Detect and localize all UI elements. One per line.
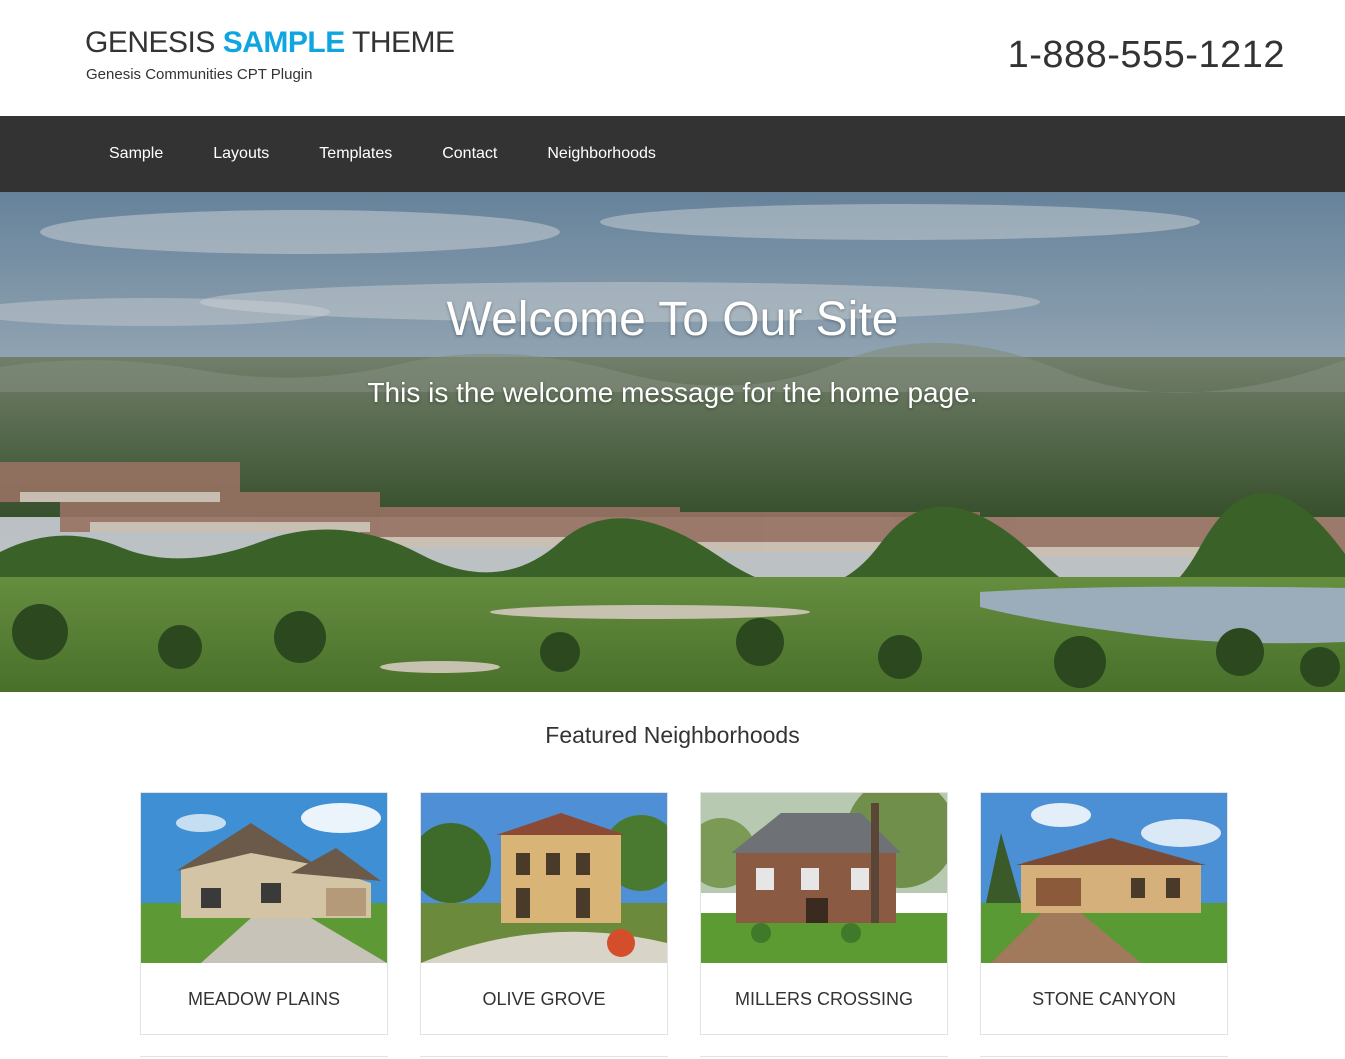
neighborhood-name[interactable]: STONE CANYON <box>981 963 1227 1035</box>
site-title-accent: SAMPLE <box>222 26 346 59</box>
hero-title: Welcome To Our Site <box>446 293 899 346</box>
neighborhood-name[interactable]: MILLERS CROSSING <box>701 963 947 1035</box>
neighborhood-image-stone-canyon[interactable] <box>981 793 1227 963</box>
hero-section: Welcome To Our Site This is the welcome … <box>0 192 1345 692</box>
neighborhood-card-meadow-plains[interactable]: MEADOW PLAINS <box>140 792 388 1035</box>
neighborhood-card-olive-grove[interactable]: OLIVE GROVE <box>420 792 668 1035</box>
neighborhood-name[interactable]: MEADOW PLAINS <box>141 963 387 1035</box>
neighborhood-card-millers-crossing[interactable]: MILLERS CROSSING <box>700 792 948 1035</box>
nav-item-neighborhoods[interactable]: Neighborhoods <box>522 116 681 192</box>
site-header: GENESIS SAMPLE THEME Genesis Communities… <box>0 0 1345 116</box>
nav-item-contact[interactable]: Contact <box>417 116 522 192</box>
phone-number[interactable]: 1-888-555-1212 <box>1008 34 1285 77</box>
neighborhood-image-millers-crossing[interactable] <box>701 793 947 963</box>
nav-item-templates[interactable]: Templates <box>294 116 417 192</box>
site-title-part2: THEME <box>352 26 455 59</box>
site-title-part1: GENESIS <box>85 26 215 59</box>
neighborhood-image-olive-grove[interactable] <box>421 793 667 963</box>
neighborhood-card-stone-canyon[interactable]: STONE CANYON <box>980 792 1228 1035</box>
site-description: Genesis Communities CPT Plugin <box>86 66 313 83</box>
hero-background-image <box>0 192 1345 692</box>
main-navigation: Sample Layouts Templates Contact Neighbo… <box>0 116 1345 192</box>
neighborhood-image-meadow-plains[interactable] <box>141 793 387 963</box>
nav-item-layouts[interactable]: Layouts <box>188 116 294 192</box>
site-title[interactable]: GENESIS SAMPLE THEME <box>85 26 455 60</box>
nav-menu: Sample Layouts Templates Contact Neighbo… <box>84 116 681 192</box>
hero-subtitle: This is the welcome message for the home… <box>367 377 978 408</box>
nav-item-sample[interactable]: Sample <box>84 116 188 192</box>
neighborhood-name[interactable]: OLIVE GROVE <box>421 963 667 1035</box>
featured-section-title: Featured Neighborhoods <box>545 722 800 748</box>
